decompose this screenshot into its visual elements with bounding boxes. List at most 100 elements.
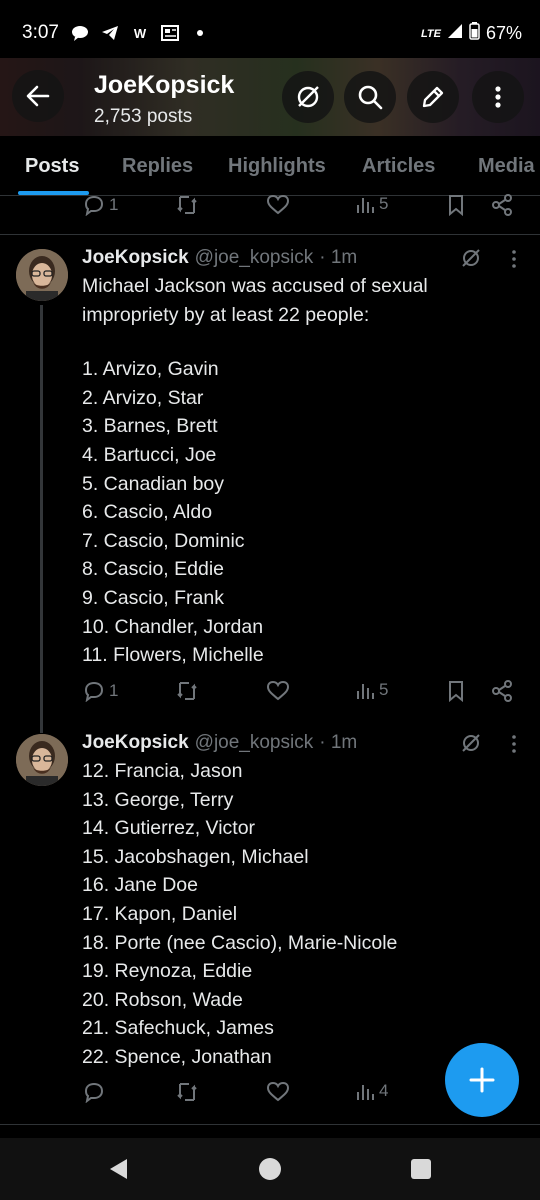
pencil-icon <box>422 86 444 108</box>
compose-post-button[interactable] <box>445 1043 519 1117</box>
reply-icon <box>84 1082 104 1103</box>
reply-button[interactable]: 1 <box>83 194 118 216</box>
view-count: 5 <box>379 680 389 699</box>
search-button[interactable] <box>344 71 396 123</box>
list-item: 17. Kapon, Daniel <box>82 902 238 925</box>
list-item: 6. Cascio, Aldo <box>82 501 213 524</box>
w-app-icon: W <box>133 25 147 41</box>
list-item: 11. Flowers, Michelle <box>82 644 264 667</box>
back-button[interactable] <box>12 70 64 122</box>
share-button[interactable] <box>491 680 513 702</box>
more-vertical-icon <box>495 86 501 108</box>
more-vertical-icon <box>512 735 516 753</box>
system-nav-bar <box>0 1138 540 1200</box>
repost-icon <box>177 1083 197 1101</box>
bookmark-icon <box>449 195 463 216</box>
tab-replies[interactable]: Replies <box>122 155 193 178</box>
battery-icon <box>469 22 480 45</box>
more-options-button[interactable] <box>506 734 522 759</box>
more-options-button[interactable] <box>506 249 522 274</box>
battery-percent: 67% <box>485 23 522 43</box>
list-item: 19. Reynoza, Eddie <box>82 960 253 983</box>
repost-icon <box>177 196 197 214</box>
grok-button[interactable] <box>282 71 334 123</box>
views-button[interactable]: 5 <box>355 680 388 700</box>
profile-tabs: Posts Replies Highlights Articles Media <box>0 136 540 196</box>
author-name[interactable]: JoeKopsick <box>82 732 189 754</box>
grok-icon <box>297 86 319 108</box>
like-button[interactable] <box>266 194 290 216</box>
thread-line <box>40 305 43 733</box>
post-header: JoeKopsick @joe_kopsick · 1m <box>82 247 357 269</box>
post-header: JoeKopsick @joe_kopsick · 1m <box>82 732 357 754</box>
dot-icon <box>190 24 210 42</box>
author-name[interactable]: JoeKopsick <box>82 247 189 269</box>
list-item: 5. Canadian boy <box>82 472 225 495</box>
reply-button[interactable] <box>83 1081 109 1103</box>
tab-posts[interactable]: Posts <box>25 155 79 178</box>
post-time: · 1m <box>319 732 358 753</box>
status-bar: 3:07 W LTE 67% <box>0 0 540 64</box>
list-item: 12. Francia, Jason <box>82 760 243 782</box>
nav-recents-button[interactable] <box>411 1159 431 1179</box>
post-text: Michael Jackson was accused of sexual im… <box>82 272 428 670</box>
post-text-line: Michael Jackson was accused of sexual <box>82 275 428 297</box>
repost-button[interactable] <box>175 680 199 702</box>
views-button[interactable]: 4 <box>355 1081 388 1101</box>
nav-home-button[interactable] <box>259 1158 281 1180</box>
grok-button[interactable] <box>460 247 482 274</box>
avatar[interactable] <box>16 249 68 301</box>
post-count: 2,753 posts <box>94 106 193 127</box>
list-item: 9. Cascio, Frank <box>82 586 224 609</box>
repost-icon <box>177 682 197 700</box>
bookmark-icon <box>449 681 463 702</box>
bookmark-button[interactable] <box>446 194 466 216</box>
repost-button[interactable] <box>175 194 199 216</box>
like-button[interactable] <box>266 680 290 702</box>
list-item: 8. Cascio, Eddie <box>82 558 224 581</box>
list-item: 1. Arvizo, Gavin <box>82 358 219 381</box>
list-item: 4. Bartucci, Joe <box>82 443 217 466</box>
heart-icon <box>266 194 290 215</box>
view-count: 5 <box>379 194 389 213</box>
like-button[interactable] <box>266 1081 290 1103</box>
tab-articles[interactable]: Articles <box>362 155 435 178</box>
grok-icon <box>462 734 480 752</box>
divider <box>0 1124 540 1125</box>
heart-icon <box>266 1081 290 1102</box>
arrow-left-icon <box>26 85 50 107</box>
list-item: 10. Chandler, Jordan <box>82 615 264 638</box>
grok-button[interactable] <box>460 732 482 759</box>
tab-media[interactable]: Media <box>478 155 535 178</box>
divider <box>0 234 540 235</box>
author-handle[interactable]: @joe_kopsick <box>195 247 314 269</box>
more-options-button[interactable] <box>472 71 524 123</box>
views-button[interactable]: 5 <box>355 194 388 214</box>
list-item: 14. Gutierrez, Victor <box>82 817 256 840</box>
nav-back-button[interactable] <box>107 1157 129 1186</box>
tab-highlights[interactable]: Highlights <box>228 155 326 178</box>
heart-icon <box>266 680 290 701</box>
list-item: 7. Cascio, Dominic <box>82 529 245 552</box>
telegram-icon <box>100 24 120 42</box>
list-item: 18. Porte (nee Cascio), Marie-Nicole <box>82 931 398 954</box>
profile-header: JoeKopsick 2,753 posts <box>0 58 540 136</box>
list-item: 15. Jacobshagen, Michael <box>82 845 309 868</box>
avatar[interactable] <box>16 734 68 786</box>
notification-icons: W <box>70 24 210 42</box>
share-button[interactable] <box>491 194 513 216</box>
bar-chart-icon <box>357 198 374 213</box>
edit-button[interactable] <box>407 71 459 123</box>
news-icon <box>160 24 180 42</box>
author-handle[interactable]: @joe_kopsick <box>195 732 314 754</box>
repost-button[interactable] <box>175 1081 199 1103</box>
reply-count: 1 <box>109 195 119 214</box>
reply-icon <box>84 195 104 216</box>
view-count: 4 <box>379 1081 389 1100</box>
list-item: 3. Barnes, Brett <box>82 415 218 438</box>
bookmark-button[interactable] <box>446 680 466 702</box>
list-item: 22. Spence, Jonathan <box>82 1045 272 1068</box>
chat-bubble-icon <box>70 24 90 42</box>
reply-button[interactable]: 1 <box>83 680 118 702</box>
bar-chart-icon <box>357 684 374 699</box>
